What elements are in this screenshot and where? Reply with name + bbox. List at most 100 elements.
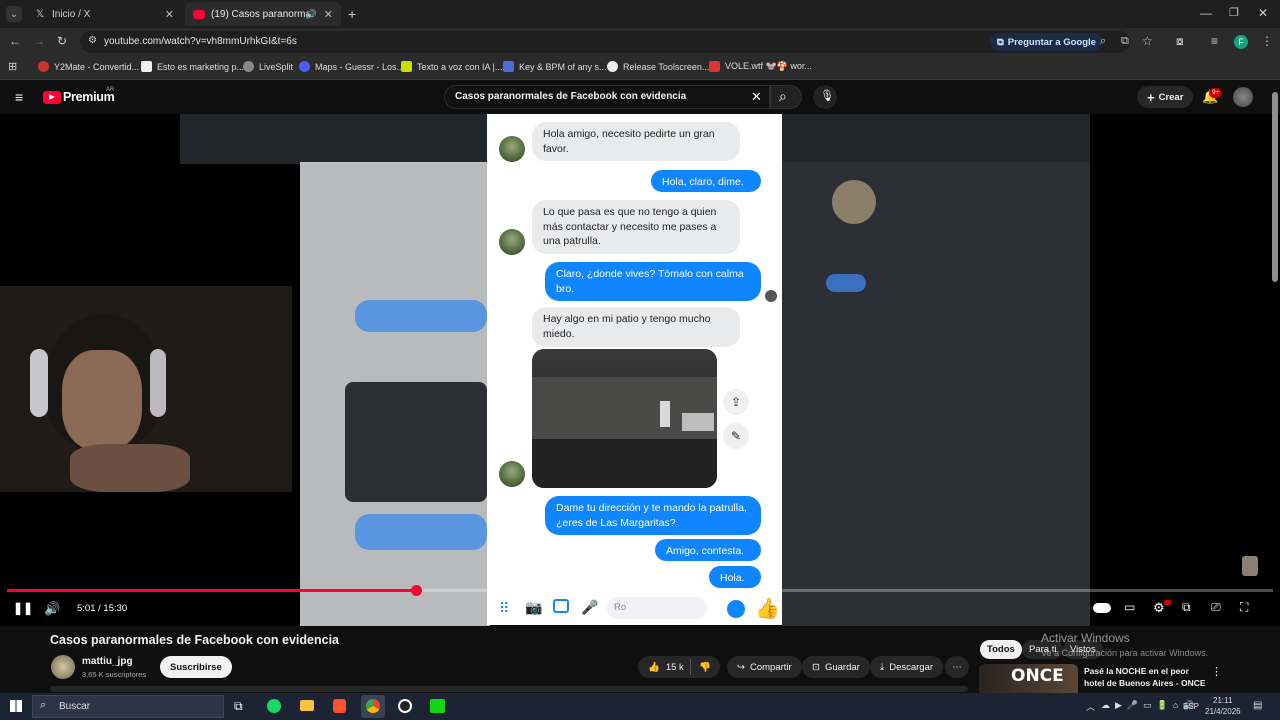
- window-close-icon[interactable]: ✕: [1258, 6, 1268, 20]
- bookmark-item[interactable]: Maps - Guessr - Los...: [299, 61, 404, 72]
- forward-icon[interactable]: →: [33, 34, 45, 48]
- clear-search-icon[interactable]: ✕: [751, 89, 762, 105]
- tab-x[interactable]: 𝕏 Inicio / X ✕: [26, 2, 182, 26]
- bookmark-item[interactable]: LiveSplit: [243, 61, 293, 72]
- windows-watermark-sub: Ve a Configuración para activar Windows.: [1041, 648, 1209, 658]
- like-count[interactable]: 15 k: [666, 662, 684, 673]
- video-blur-area: [832, 180, 876, 224]
- video-title: Casos paranormales de Facebook con evide…: [50, 633, 340, 647]
- ask-google-button[interactable]: ⧉ Preguntar a Google: [990, 33, 1103, 51]
- channel-watermark-icon[interactable]: [1242, 556, 1258, 576]
- page-scrollbar[interactable]: [1272, 92, 1278, 282]
- filter-chip-all[interactable]: Todos: [980, 640, 1022, 659]
- user-avatar[interactable]: [1233, 87, 1253, 107]
- channel-name[interactable]: mattiu_jpg: [82, 656, 133, 667]
- url-text[interactable]: youtube.com/watch?v=vh8mmUrhkGI&t=6s: [104, 36, 297, 47]
- close-icon[interactable]: ✕: [165, 8, 174, 21]
- media-icon[interactable]: ≡: [1211, 34, 1218, 48]
- hamburger-menu-icon[interactable]: ≡: [15, 89, 23, 105]
- progress-played: [7, 589, 416, 592]
- zoom-icon[interactable]: ⌕: [1100, 35, 1106, 48]
- bookmark-item[interactable]: Texto a voz con IA |...: [401, 61, 502, 72]
- task-view-icon[interactable]: ⧉: [234, 699, 243, 714]
- youtube-icon: [193, 9, 205, 19]
- chrome-icon[interactable]: [366, 699, 380, 713]
- more-actions-button[interactable]: ⋯: [945, 656, 969, 678]
- more-options-icon[interactable]: ⋮: [1211, 665, 1222, 678]
- speaker-icon[interactable]: 🔊: [306, 9, 317, 20]
- menu-icon[interactable]: ⋮: [1261, 34, 1273, 48]
- like-icon[interactable]: 👍: [648, 662, 660, 673]
- webcam-headphones: [150, 349, 166, 417]
- spotify-icon[interactable]: [267, 699, 281, 713]
- pause-icon[interactable]: ❚❚: [13, 601, 33, 615]
- fullscreen-icon[interactable]: ⛶: [1240, 600, 1248, 615]
- download-label: Descargar: [889, 661, 934, 673]
- green-app-icon[interactable]: [430, 699, 445, 713]
- music-note-icon: [503, 61, 514, 72]
- photo-laundry: [660, 401, 670, 427]
- apps-grid-icon: ⠿: [499, 600, 510, 616]
- minimize-icon[interactable]: —: [1200, 6, 1212, 20]
- obs-icon[interactable]: [398, 699, 412, 713]
- bookmark-item[interactable]: Release Toolscreen...: [607, 61, 709, 72]
- bookmark-item[interactable]: Y2Mate - Convertid...: [38, 61, 139, 72]
- save-button[interactable]: ⊡ Guardar: [802, 656, 870, 678]
- progress-scrubber[interactable]: [410, 585, 422, 596]
- recommended-title[interactable]: Pasé la NOCHE en el peor hotel de Buenos…: [1084, 665, 1206, 689]
- bookmark-item[interactable]: Esto es marketing p...: [141, 61, 244, 72]
- create-button[interactable]: + Crear: [1137, 86, 1194, 108]
- subscribe-button[interactable]: Suscribirse: [160, 656, 232, 678]
- video-blur-area: [355, 300, 487, 332]
- notifications-icon[interactable]: ▤: [1253, 700, 1262, 711]
- tab-search-icon[interactable]: ⌄: [6, 6, 22, 22]
- site-info-icon[interactable]: ⚙: [88, 35, 97, 46]
- brave-icon[interactable]: [333, 699, 346, 713]
- taskbar-search-placeholder: Buscar: [59, 701, 91, 712]
- video-blur-area: [826, 274, 866, 292]
- download-button[interactable]: ⤓ Descargar: [870, 656, 944, 678]
- vole-icon: [709, 61, 720, 72]
- github-icon: [607, 61, 618, 72]
- tray-chevron-icon[interactable]: ︿: [1086, 700, 1095, 713]
- video-blur-area: [782, 162, 1090, 626]
- share-button[interactable]: ↪ Compartir: [727, 656, 802, 678]
- hd-badge: [1164, 600, 1171, 605]
- contact-avatar: [499, 136, 525, 162]
- apps-icon[interactable]: ⊞: [8, 60, 17, 73]
- install-icon[interactable]: ⧉: [1121, 35, 1129, 48]
- profile-avatar[interactable]: F: [1234, 35, 1248, 49]
- volume-icon[interactable]: 🔊: [44, 601, 60, 617]
- recommended-thumbnail[interactable]: ONCE: [979, 664, 1078, 693]
- settings-gear-icon[interactable]: ⚙: [1153, 600, 1165, 616]
- back-icon[interactable]: ←: [9, 34, 21, 48]
- miniplayer-icon[interactable]: ⧉: [1182, 600, 1191, 615]
- new-tab-button[interactable]: +: [348, 6, 356, 22]
- tab-title: Inicio / X: [52, 8, 91, 20]
- more-icon: ⋯: [952, 661, 962, 673]
- extensions-icon[interactable]: ⧇: [1176, 34, 1184, 49]
- channel-avatar[interactable]: [51, 655, 75, 679]
- clock-time[interactable]: 21:11: [1213, 696, 1232, 705]
- dislike-icon[interactable]: 👎: [699, 662, 711, 673]
- bookmark-star-icon[interactable]: ☆: [1142, 34, 1153, 48]
- gallery-icon: [553, 599, 569, 613]
- ask-google-label: Preguntar a Google: [1007, 36, 1096, 48]
- subtitles-icon[interactable]: ▭: [1124, 600, 1135, 614]
- close-icon[interactable]: ✕: [324, 8, 333, 21]
- language-indicator[interactable]: ESP: [1183, 702, 1199, 711]
- y2mate-icon: [38, 61, 49, 72]
- tab-youtube[interactable]: (19) Casos paranormales de 🔊 ✕: [185, 2, 341, 26]
- cast-icon[interactable]: ⎚: [1211, 600, 1221, 615]
- restore-icon[interactable]: ❐: [1229, 6, 1239, 19]
- bookmark-item[interactable]: VOLE.wtf 🐭🍄 wor...: [709, 61, 812, 72]
- autoplay-toggle[interactable]: [1093, 603, 1111, 613]
- description-box[interactable]: [50, 686, 968, 692]
- clock-date[interactable]: 21/4/2026: [1205, 707, 1241, 716]
- progress-bar[interactable]: [7, 585, 1273, 596]
- seen-avatar: [765, 290, 777, 302]
- file-explorer-icon[interactable]: [300, 700, 314, 711]
- bookmark-item[interactable]: Key & BPM of any s...: [503, 61, 607, 72]
- reload-icon[interactable]: ↻: [57, 34, 67, 48]
- windows-start-icon[interactable]: [10, 700, 22, 712]
